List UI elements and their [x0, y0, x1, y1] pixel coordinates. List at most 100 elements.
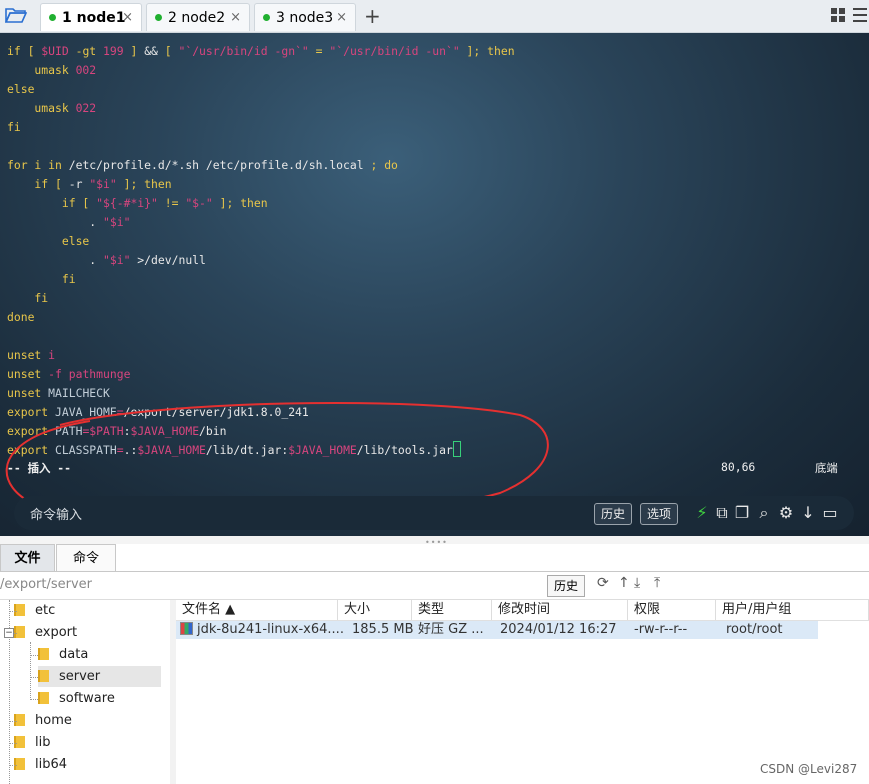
terminal-line: else [7, 232, 515, 251]
code-token: = [116, 405, 124, 419]
code-token: != [157, 196, 186, 210]
status-dot-icon [49, 14, 56, 21]
menu-icon[interactable] [853, 6, 867, 24]
code-token: [ [164, 44, 179, 58]
terminal-line: done [7, 308, 515, 327]
terminal-line: if [ "${-#*i}" != "$-" ]; then [7, 194, 515, 213]
tree-item-home[interactable]: home [14, 710, 161, 731]
code-token: MAILCHECK [48, 386, 110, 400]
status-dot-icon [263, 14, 270, 21]
directory-tree: etc export − data server software home lib lib64 [0, 600, 171, 784]
tree-item-software[interactable]: software [38, 688, 161, 709]
table-cell: 185.5 MB [352, 622, 414, 637]
upload-icon[interactable]: ⤒ [654, 575, 660, 591]
tab-label: 1 node1 [62, 10, 126, 26]
command-input[interactable]: 命令输入 [30, 504, 82, 523]
tree-item-lib[interactable]: lib [14, 732, 161, 753]
options-button[interactable]: 选项 [640, 503, 679, 525]
tree-item-label: lib [35, 735, 51, 750]
table-row[interactable]: jdk-8u241-linux-x64.... 185.5 MB 好压 GZ ...… [176, 621, 818, 639]
tree-item-label: server [59, 669, 101, 684]
code-token: done [7, 310, 35, 324]
cursor-position: 80,66 [721, 460, 756, 474]
code-token: fi [7, 272, 76, 286]
column-header[interactable]: 用户/用户组 [716, 600, 869, 620]
tab-files[interactable]: 文件 [0, 544, 55, 571]
folder-open-icon[interactable] [4, 6, 28, 26]
code-token: -f pathmunge [48, 367, 131, 381]
terminal-line: if [ -r "$i" ]; then [7, 175, 515, 194]
bottom-tab-bar: 文件 命令 [0, 544, 869, 572]
copy-icon[interactable]: ⧉ [712, 501, 732, 525]
table-cell-wrap: jdk-8u241-linux-x64.... [180, 621, 344, 639]
pane-splitter[interactable]: •••• [0, 536, 869, 547]
folder-icon [14, 604, 25, 616]
command-input-bar[interactable]: 命令输入 历史 选项 ⚡ ⧉ ❐ ⌕ ⚙ ↓ ▭ [14, 496, 854, 530]
code-token: 002 [75, 63, 97, 77]
code-token: /etc/profile.d/*.sh /etc/profile.d/sh.lo… [68, 158, 371, 172]
column-header[interactable]: 类型 [412, 600, 492, 620]
tree-item-server[interactable]: server [38, 666, 161, 687]
code-token: -r [68, 177, 90, 191]
up-arrow-icon[interactable]: ↑ [618, 575, 630, 591]
code-token: export [7, 424, 56, 438]
code-token: unset [7, 348, 49, 362]
file-table: 文件名 ▲ 大小 类型 修改时间 权限 用户/用户组 jdk-8u241-linux-x6… [176, 600, 869, 784]
close-icon[interactable]: × [336, 4, 347, 32]
terminal-line: unset -f pathmunge [7, 365, 515, 384]
folder-icon [14, 758, 25, 770]
paste-icon[interactable]: ❐ [732, 501, 752, 525]
collapse-icon[interactable]: − [4, 628, 14, 638]
window-icon[interactable]: ▭ [820, 501, 840, 525]
terminal-pane[interactable]: if [ $UID -gt 199 ] && [ "`/usr/bin/id -… [0, 33, 869, 536]
tab-node1[interactable]: 1 node1 × [40, 3, 142, 31]
code-token: 199 [103, 44, 124, 58]
tab-node2[interactable]: 2 node2 × [146, 3, 250, 31]
tab-node3[interactable]: 3 node3 × [254, 3, 356, 31]
close-icon[interactable]: × [230, 4, 241, 32]
search-icon[interactable]: ⌕ [754, 501, 774, 525]
text-cursor [452, 441, 461, 457]
layout-grid-icon[interactable] [831, 8, 845, 22]
code-token: umask [7, 63, 76, 77]
code-token: . [7, 253, 104, 267]
terminal-line: . "$i" >/dev/null [7, 251, 515, 270]
tree-item-etc[interactable]: etc [14, 600, 161, 621]
code-token: "$i" [89, 177, 117, 191]
column-header[interactable]: 文件名 ▲ [176, 600, 338, 620]
code-token: 022 [75, 101, 97, 115]
lightning-icon[interactable]: ⚡ [692, 501, 712, 525]
column-header[interactable]: 大小 [338, 600, 412, 620]
code-token: export [7, 405, 56, 419]
download-icon[interactable]: ⤓ [634, 575, 640, 591]
tab-commands[interactable]: 命令 [56, 544, 116, 571]
tab-bar: 1 node1 × 2 node2 × 3 node3 × + [0, 0, 869, 33]
code-token: fi [7, 120, 21, 134]
code-token: = [308, 44, 330, 58]
download-arrow-icon[interactable]: ↓ [798, 501, 818, 525]
tree-item-export[interactable]: export [14, 622, 161, 643]
code-token: $JAVA_HOME [137, 443, 206, 457]
gear-icon[interactable]: ⚙ [776, 501, 796, 525]
tree-item-data[interactable]: data [38, 644, 161, 665]
add-tab-button[interactable]: + [364, 3, 381, 29]
terminal-line: fi [7, 118, 515, 137]
folder-icon [38, 648, 49, 660]
code-token: CLASSPATH [55, 443, 117, 457]
code-token: ]; then [459, 44, 515, 58]
column-header[interactable]: 修改时间 [492, 600, 628, 620]
terminal-line: fi [7, 270, 515, 289]
code-token: "$-" [185, 196, 213, 210]
path-history-button[interactable]: 历史 [547, 575, 586, 597]
column-header[interactable]: 权限 [628, 600, 716, 620]
path-input[interactable]: /export/server [0, 577, 92, 592]
code-token: "`/usr/bin/id -gn`" [178, 44, 309, 58]
folder-icon [38, 670, 49, 682]
close-icon[interactable]: × [122, 4, 133, 32]
tree-item-lib64[interactable]: lib64 [14, 754, 161, 775]
refresh-icon[interactable]: ⟳ [597, 575, 609, 591]
history-button[interactable]: 历史 [594, 503, 633, 525]
terminal-line: umask 002 [7, 61, 515, 80]
terminal-line: else [7, 80, 515, 99]
tree-item-label: lib64 [35, 757, 68, 772]
